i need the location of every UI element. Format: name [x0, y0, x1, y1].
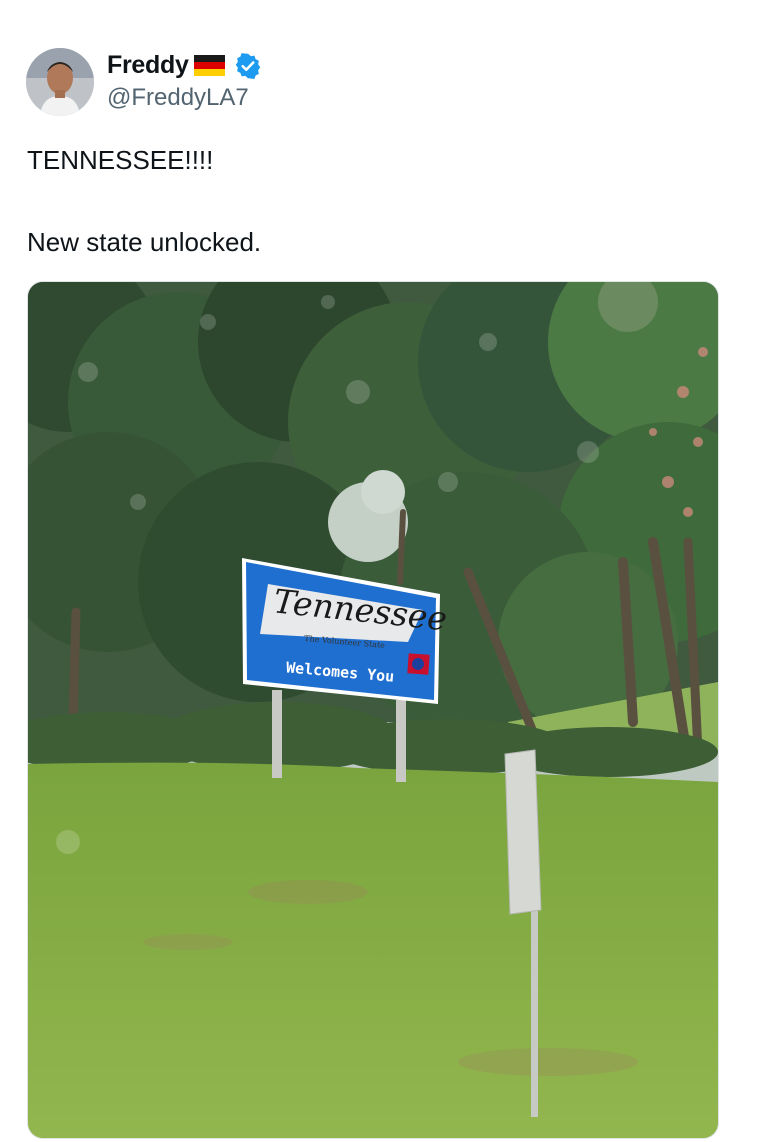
tweet-photo[interactable]: Tennessee The Volunteer State Welcomes Y… — [27, 281, 719, 1139]
verified-badge-icon[interactable] — [234, 52, 262, 80]
avatar-image — [26, 48, 94, 116]
author-display-name[interactable]: Freddy — [107, 51, 189, 80]
photo-scene: Tennessee The Volunteer State Welcomes Y… — [28, 282, 718, 1138]
author-avatar[interactable] — [26, 48, 94, 116]
author-handle[interactable]: @FreddyLA7 — [107, 84, 249, 112]
tweet-text: TENNESSEE!!!! New state unlocked. — [27, 145, 262, 257]
author-name-row[interactable]: Freddy — [107, 51, 262, 80]
germany-flag-icon — [193, 55, 225, 76]
